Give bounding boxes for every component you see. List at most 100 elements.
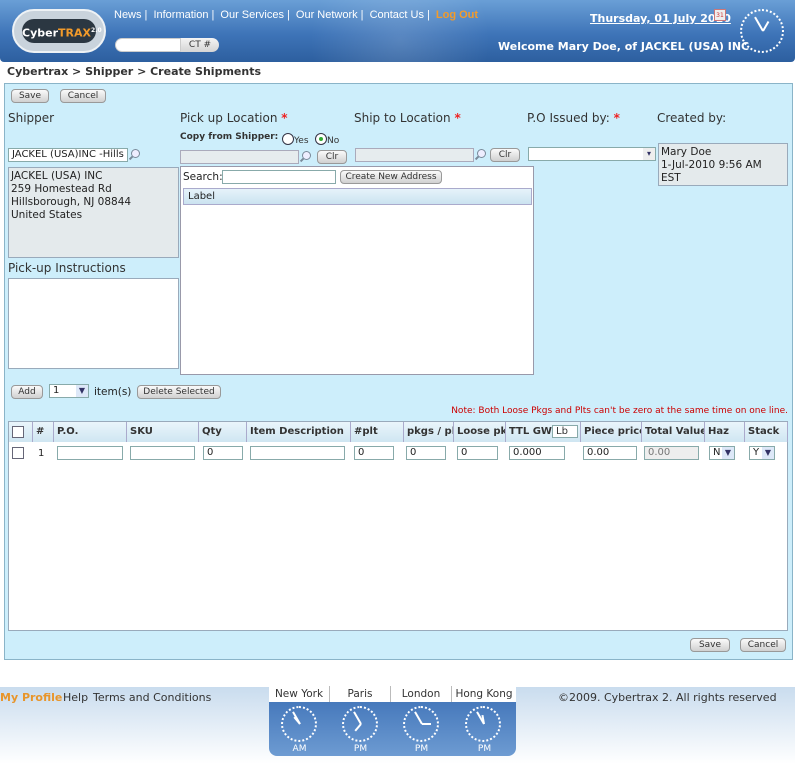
city-hong-kong: Hong Kong (452, 686, 516, 702)
weight-unit-select[interactable]: Lb (552, 425, 578, 438)
created-by-label: Created by: (657, 111, 727, 125)
clock-icon (281, 706, 317, 742)
col-sku: SKU (127, 422, 199, 442)
ttl-gw-input[interactable]: 0.000 (509, 446, 565, 460)
copy-yes-radio[interactable] (282, 133, 294, 145)
welcome-text: Welcome Mary Doe, of JACKEL (USA) INC (498, 40, 750, 53)
shipper-address: JACKEL (USA) INC 259 Homestead Rd Hillsbor… (8, 167, 179, 258)
col-ttl-gw: TTL GW Lb (506, 422, 581, 442)
pickup-instructions-textarea[interactable] (8, 278, 179, 369)
items-suffix: item(s) (94, 386, 132, 398)
copy-no-radio[interactable] (315, 133, 327, 145)
qty-input[interactable]: 0 (203, 446, 243, 460)
copy-no-label: No (327, 136, 340, 146)
save-button[interactable]: Save (11, 89, 49, 103)
col-pkgs-plt: pkgs / plt (404, 422, 454, 442)
city-london: London (391, 686, 452, 702)
nav-our-services[interactable]: Our Services (220, 9, 284, 21)
top-nav: News | Information | Our Services | Our Net… (114, 9, 479, 21)
po-issued-by-select[interactable]: ▾ (528, 147, 656, 161)
col-qty: Qty (199, 422, 247, 442)
nav-contact-us[interactable]: Contact Us (370, 9, 424, 21)
address-lookup-popup: Search: Create New Address Label (180, 166, 534, 375)
search-icon[interactable] (128, 149, 140, 161)
nav-our-network[interactable]: Our Network (296, 9, 358, 21)
search-icon[interactable] (474, 149, 486, 161)
copyright: ©2009. Cybertrax 2. All rights reserved (558, 691, 777, 704)
calendar-icon[interactable]: 31 (714, 9, 726, 21)
ampm-new-york: AM (292, 744, 307, 754)
clock-icon (465, 706, 501, 742)
ampm-paris: PM (353, 744, 368, 754)
col-item-description: Item Description (247, 422, 351, 442)
po-input[interactable] (57, 446, 123, 460)
col-loose-pkgs: Loose pkgs (454, 422, 506, 442)
stack-select[interactable]: Y ▼ (749, 446, 775, 460)
nav-information[interactable]: Information (153, 9, 208, 21)
ampm-hong-kong: PM (477, 744, 492, 754)
items-table: # P.O. SKU Qty Item Description #plt pkg… (8, 421, 788, 631)
delete-selected-button[interactable]: Delete Selected (137, 385, 221, 399)
po-issued-by-label: P.O Issued by: * (527, 111, 620, 125)
ampm-london: PM (414, 744, 429, 754)
loose-pkgs-input[interactable]: 0 (457, 446, 498, 460)
col-stack: Stack (745, 422, 788, 442)
pickup-clear-button[interactable]: Clr (317, 150, 347, 164)
copy-yes-label: Yes (294, 136, 309, 146)
address-search-input[interactable] (222, 170, 336, 184)
shipper-input[interactable]: JACKEL (USA)INC -Hills (8, 148, 128, 162)
header: CyberTRAX2.0 News | Information | Our Serv… (0, 0, 795, 120)
col-total-value: Total Value (642, 422, 705, 442)
col-piece-price: Piece price (581, 422, 642, 442)
ship-to-location-label: Ship to Location * (354, 111, 461, 125)
clock-icon (740, 9, 784, 53)
item-count-select[interactable]: 1 ▼ (49, 384, 89, 398)
date-link[interactable]: Thursday, 01 July 2010 (590, 12, 731, 25)
col-plt: #plt (351, 422, 404, 442)
save-button-bottom[interactable]: Save (690, 638, 730, 652)
cancel-button-bottom[interactable]: Cancel (740, 638, 786, 652)
row-number: 1 (38, 448, 45, 459)
sku-input[interactable] (130, 446, 195, 460)
city-paris: Paris (330, 686, 391, 702)
col-haz: Haz (705, 422, 745, 442)
pickup-location-input[interactable] (180, 150, 299, 164)
created-by-info: Mary Doe 1-Jul-2010 9:56 AM EST (658, 143, 788, 186)
haz-select[interactable]: N ▼ (709, 446, 735, 460)
help-link[interactable]: Help (63, 691, 88, 704)
col-po: P.O. (54, 422, 127, 442)
header-select-all (9, 422, 33, 442)
clock-icon (342, 706, 378, 742)
ct-search-input[interactable] (115, 38, 181, 52)
world-clocks: New York Paris London Hong Kong AM PM PM… (269, 686, 516, 756)
add-button[interactable]: Add (11, 385, 43, 399)
terms-link[interactable]: Terms and Conditions (93, 691, 211, 704)
plt-input[interactable]: 0 (354, 446, 394, 460)
clock-icon (403, 706, 439, 742)
select-all-checkbox[interactable] (12, 426, 24, 438)
logo[interactable]: CyberTRAX2.0 (12, 9, 106, 53)
my-profile-link[interactable]: My Profile (0, 691, 62, 704)
ct-button[interactable]: CT # (181, 38, 219, 52)
ship-to-location-input[interactable] (355, 148, 474, 162)
nav-news[interactable]: News (114, 9, 142, 21)
pickup-location-label: Pick up Location * (180, 111, 288, 125)
cancel-button[interactable]: Cancel (60, 89, 106, 103)
city-new-york: New York (269, 686, 330, 702)
logout-link[interactable]: Log Out (436, 9, 478, 21)
label-column-header[interactable]: Label (183, 188, 532, 205)
row-checkbox[interactable] (12, 447, 24, 459)
item-description-input[interactable] (250, 446, 345, 460)
pkgs-plt-input[interactable]: 0 (406, 446, 446, 460)
copy-from-shipper-label: Copy from Shipper: (180, 132, 279, 142)
validation-note: Note: Both Loose Pkgs and Plts can't be … (451, 406, 788, 416)
col-number: # (33, 422, 54, 442)
pickup-instructions-label: Pick-up Instructions (8, 261, 126, 275)
create-new-address-button[interactable]: Create New Address (340, 170, 442, 184)
piece-price-input[interactable]: 0.00 (583, 446, 637, 460)
ship-to-clear-button[interactable]: Clr (490, 148, 520, 162)
breadcrumb: Cybertrax > Shipper > Create Shipments (7, 65, 261, 78)
shipper-label: Shipper (8, 111, 55, 125)
search-label: Search: (183, 171, 223, 183)
search-icon[interactable] (299, 151, 311, 163)
